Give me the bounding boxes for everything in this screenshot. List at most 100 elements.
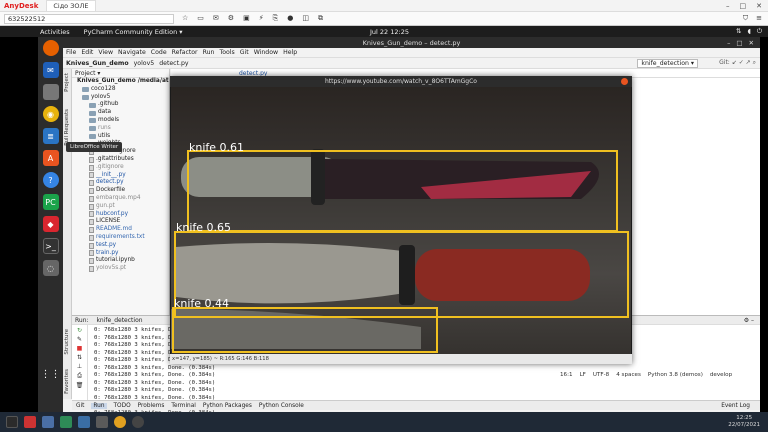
screenshot-icon[interactable]: ◫ [302,14,309,23]
files-icon[interactable] [42,84,59,100]
explorer-icon[interactable] [42,416,54,428]
menu-git[interactable]: Git [240,49,249,56]
project-tree-item[interactable]: gun.pt [72,203,169,211]
monitor-icon[interactable]: ▭ [197,14,204,23]
tab-git[interactable]: Git [76,403,84,409]
menu-window[interactable]: Window [254,49,278,56]
menu-tools[interactable]: Tools [219,49,234,56]
tab-python-packages[interactable]: Python Packages [203,403,252,409]
status-line-ending[interactable]: LF [580,372,586,378]
menu-refactor[interactable]: Refactor [172,49,198,56]
help-icon[interactable]: ? [42,172,59,188]
window-icon[interactable]: ⧉ [318,14,323,23]
file-transfer-icon[interactable]: ⎘ [273,14,279,23]
project-tree-item[interactable]: hubconf.py [72,211,169,219]
menu-file[interactable]: File [66,49,76,56]
chrome-icon[interactable] [114,416,126,428]
breadcrumb-file[interactable]: detect.py [159,60,188,67]
gear-icon[interactable]: ⚙ – [744,316,754,325]
anydesk-session-tab[interactable]: Сідо ЗОЛЕ [46,0,96,12]
anydesk-icon[interactable]: ◆ [42,216,59,232]
pycharm-icon[interactable]: PC [42,194,59,210]
minimize-icon[interactable]: – [726,2,730,10]
git-push-icon[interactable]: ↗ [746,59,751,66]
project-tree-item[interactable]: yolov5 [72,94,169,102]
maximize-icon[interactable]: □ [736,39,742,47]
status-position[interactable]: 16:1 [560,372,573,378]
project-tree-item[interactable]: data [72,109,169,117]
structure-tool-tab[interactable]: Structure [64,329,70,355]
print-icon[interactable]: ⎙ [77,372,82,380]
close-icon[interactable] [621,78,628,85]
project-tree-item[interactable]: utils [72,133,169,141]
word-icon[interactable] [78,416,90,428]
app-menu[interactable]: PyCharm Community Edition ▾ [84,28,183,36]
project-tree-item[interactable]: tutorial.ipynb [72,257,169,265]
shield-icon[interactable]: ⛉ [743,14,748,23]
chat-icon[interactable]: ✉ [213,14,219,23]
run-configuration-select[interactable]: knife_detection ▾ [637,58,698,68]
project-tree-item[interactable]: __init__.py [72,172,169,180]
project-tree-item[interactable]: README.md [72,226,169,234]
bookmark-icon[interactable]: ☆ [182,14,188,23]
project-tree-item[interactable]: LICENSE [72,218,169,226]
thunderbird-icon[interactable]: ✉ [42,62,59,78]
tab-todo[interactable]: TODO [114,403,131,409]
project-tree-item[interactable]: yolov5s.pt [72,265,169,273]
stop-icon[interactable]: ■ [77,345,83,352]
project-tree-item[interactable]: test.py [72,242,169,250]
project-tree-item[interactable]: embarque.mp4 [72,195,169,203]
project-tree-item[interactable]: models [72,117,169,125]
tab-python-console[interactable]: Python Console [259,403,304,409]
anydesk-taskbar-icon[interactable] [24,416,36,428]
git-commit-icon[interactable]: ✓ [739,59,744,66]
actions-icon[interactable]: ⚡ [259,14,264,23]
search-icon[interactable]: ⌕ [753,59,756,66]
vscode-icon[interactable] [60,416,72,428]
close-icon[interactable]: ✕ [756,2,762,10]
tab-event-log[interactable]: Event Log [721,403,750,409]
status-encoding[interactable]: UTF-8 [593,372,609,378]
wrench-icon[interactable]: ✎ [77,336,82,343]
run-config-tab[interactable]: knife_detection [96,317,142,324]
software-center-icon[interactable]: A [42,150,59,166]
menu-run[interactable]: Run [203,49,215,56]
record-icon[interactable]: ● [287,14,293,23]
status-branch[interactable]: develop [710,372,732,378]
menu-icon[interactable]: ≡ [756,14,762,23]
breadcrumb-folder[interactable]: yolov5 [134,60,155,67]
menu-code[interactable]: Code [151,49,167,56]
detection-video-window[interactable]: https://www.youtube.com/watch_v_8O6TTAmG… [170,76,632,364]
terminal-icon[interactable]: >_ [42,238,59,254]
menu-navigate[interactable]: Navigate [118,49,146,56]
menu-edit[interactable]: Edit [81,49,93,56]
firefox-icon[interactable] [42,40,59,56]
show-apps-icon[interactable]: ⋮⋮ [41,366,61,382]
git-update-icon[interactable]: ↙ [732,59,737,66]
trash-icon[interactable]: 🗑 [76,382,84,389]
project-tree-item[interactable]: coco128 [72,86,169,94]
project-tree-item[interactable]: Knives_Gun_demo /media/atun... [72,78,169,86]
address-field[interactable]: 632522512 [4,13,174,24]
tab-run[interactable]: Run [91,402,107,409]
menu-help[interactable]: Help [283,49,297,56]
close-icon[interactable]: ✕ [749,39,754,47]
system-tray[interactable]: ⇅ ◖ ⏻ [736,27,762,36]
project-tree-item[interactable]: detect.py [72,179,169,187]
project-tree-item[interactable]: .github [72,101,169,109]
menu-view[interactable]: View [98,49,113,56]
tab-terminal[interactable]: Terminal [171,403,196,409]
pin-icon[interactable]: ⊥ [77,363,82,370]
display-icon[interactable]: ▣ [243,14,250,23]
project-tree-item[interactable]: train.py [72,250,169,258]
rhythmbox-icon[interactable]: ◉ [42,106,59,122]
taskbar-clock[interactable]: 12:25 22/07/2021 [728,415,760,429]
activities-button[interactable]: Activities [40,28,70,36]
project-tree-item[interactable]: runs [72,125,169,133]
project-panel-header[interactable]: Project ▾ [72,69,169,78]
network-taskbar-icon[interactable] [96,416,108,428]
start-icon[interactable] [6,416,18,428]
project-tree-item[interactable]: requirements.txt [72,234,169,242]
project-tree-item[interactable]: Dockerfile [72,187,169,195]
settings-icon[interactable]: ⚙ [228,14,234,23]
